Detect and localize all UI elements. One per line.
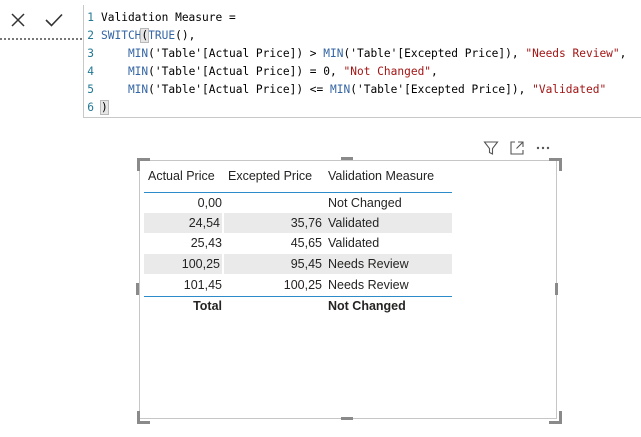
resize-handle-bottom[interactable] (341, 417, 353, 420)
formula-bar-divider (0, 38, 82, 40)
code-token: TRUE (148, 29, 176, 42)
code-token: ('Table'[Actual Price]) = 0, (148, 65, 344, 78)
line-number: 5 (87, 83, 94, 96)
column-header-excepted-price[interactable]: Excepted Price (224, 160, 324, 192)
code-token: SWITCH (101, 29, 142, 42)
total-label: Total (193, 299, 222, 313)
code-token: MIN (323, 47, 344, 60)
more-options-button[interactable] (530, 138, 556, 158)
table-header-row: Actual Price Excepted Price Validation M… (144, 160, 452, 193)
resize-handle-right[interactable] (555, 283, 558, 295)
line-number: 6 (87, 101, 94, 114)
table-total-row: Total Not Changed (144, 296, 452, 317)
dax-formula-editor[interactable]: 1 Validation Measure = 2 SWITCH(TRUE(), 3 MI… (83, 5, 641, 118)
resize-handle-top-right[interactable] (549, 158, 562, 171)
code-text: MIN('Table'[Actual Price]) = 0, "Not Cha… (101, 63, 438, 81)
code-token: "Not Changed" (343, 65, 432, 78)
cell-excepted-price: 45,65 (290, 236, 322, 250)
cell-excepted-price: 35,76 (290, 216, 322, 230)
code-text: MIN('Table'[Actual Price]) > MIN('Table'… (101, 45, 626, 63)
code-token: Validation Measure = (101, 11, 236, 24)
focus-mode-icon (510, 141, 524, 155)
column-header-actual-price[interactable]: Actual Price (144, 160, 224, 192)
resize-handle-bottom-left[interactable] (137, 411, 150, 424)
code-token: , (619, 47, 627, 60)
code-text: MIN('Table'[Actual Price]) <= MIN('Table… (101, 81, 606, 99)
line-number: 2 (87, 29, 94, 42)
cell-validation-measure: Validated (328, 216, 380, 230)
total-validation-measure: Not Changed (328, 299, 406, 313)
code-token: "Needs Review" (525, 47, 620, 60)
line-number: 1 (87, 11, 94, 24)
table-row[interactable]: 100,25 95,45 Needs Review (144, 254, 452, 274)
commit-button[interactable] (36, 7, 72, 33)
code-token: MIN (101, 47, 149, 60)
code-text: ) (100, 99, 109, 117)
filter-icon (483, 141, 499, 155)
cell-actual-price: 25,43 (190, 236, 222, 250)
code-token: MIN (101, 65, 149, 78)
cell-actual-price: 101,45 (183, 278, 222, 292)
line-number: 3 (87, 47, 94, 60)
table-row[interactable]: 24,54 35,76 Validated (144, 213, 452, 233)
cell-excepted-price: 100,25 (283, 278, 322, 292)
cell-actual-price: 0,00 (197, 196, 222, 210)
more-options-icon (536, 146, 550, 150)
filter-button[interactable] (478, 138, 504, 158)
cell-actual-price: 100,25 (144, 254, 224, 274)
code-token: MIN (330, 83, 351, 96)
formula-bar-buttons (0, 5, 82, 35)
code-text: SWITCH(TRUE(), (101, 27, 195, 45)
table-row[interactable]: 101,45 100,25 Needs Review (144, 275, 452, 295)
code-token: ('Table'[Excepted Price]), (343, 47, 526, 60)
cell-excepted-price (224, 193, 324, 213)
table-row[interactable]: 25,43 45,65 Validated (144, 233, 452, 253)
check-icon (45, 13, 63, 27)
close-icon (11, 13, 25, 27)
code-token: ('Table'[Actual Price]) > (148, 47, 324, 60)
line-number: 4 (87, 65, 94, 78)
code-token: "Validated" (532, 83, 607, 96)
cancel-button[interactable] (0, 7, 36, 33)
cell-actual-price: 24,54 (144, 213, 224, 233)
total-excepted-price (224, 297, 324, 317)
resize-handle-bottom-right[interactable] (549, 411, 562, 424)
code-token: ) (100, 100, 109, 115)
table-row[interactable]: 0,00 Not Changed (144, 193, 452, 213)
cell-validation-measure: Needs Review (328, 278, 409, 292)
code-token: ('Table'[Actual Price]) <= (148, 83, 331, 96)
code-token: , (431, 65, 438, 78)
cell-excepted-price: 95,45 (290, 257, 322, 271)
visual-header (478, 138, 558, 158)
code-token: (), (175, 29, 196, 42)
column-header-validation-measure[interactable]: Validation Measure (324, 160, 452, 192)
code-token: MIN (101, 83, 149, 96)
cell-validation-measure: Not Changed (328, 196, 402, 210)
code-token: ('Table'[Excepted Price]), (350, 83, 533, 96)
cell-validation-measure: Validated (328, 236, 380, 250)
code-text: Validation Measure = (101, 9, 236, 27)
focus-mode-button[interactable] (504, 138, 530, 158)
cell-validation-measure: Needs Review (328, 257, 409, 271)
resize-handle-left[interactable] (136, 283, 139, 295)
